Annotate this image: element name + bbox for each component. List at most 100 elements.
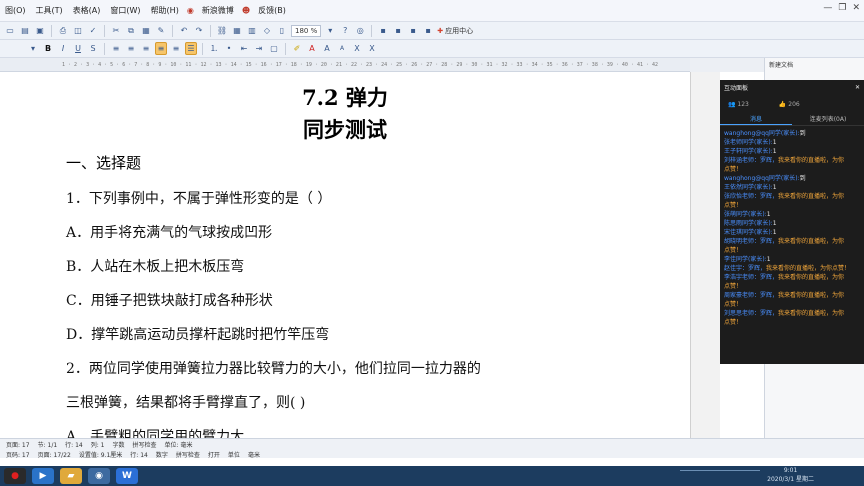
horizontal-ruler[interactable]: 1 · 2 · 3 · 4 · 5 · 6 · 7 · 8 · 9 · 10 ·…: [0, 58, 690, 72]
italic-button[interactable]: I: [57, 42, 69, 55]
subscript-button[interactable]: X: [366, 42, 378, 55]
panel-tabs: 消息 连麦列表(0A): [720, 114, 864, 126]
indent-icon[interactable]: ⇥: [253, 42, 265, 55]
preview-icon[interactable]: ◫: [72, 24, 84, 37]
app-center-button[interactable]: ✚ 应用中心: [437, 26, 473, 36]
system-clock[interactable]: 9:01 2020/3/1 星期二: [767, 467, 814, 483]
save-icon[interactable]: ▣: [34, 24, 46, 37]
tray-icons: [680, 470, 760, 482]
print-icon[interactable]: ⎙: [57, 24, 69, 37]
doc-subtitle: 同步测试: [303, 117, 387, 142]
close-icon[interactable]: ✕: [855, 84, 860, 91]
cut-icon[interactable]: ✂: [110, 24, 122, 37]
task-pane-title: 新建文档: [769, 62, 794, 69]
chat-user: 赵佳宇：罗辉，: [724, 265, 767, 272]
strikethrough-icon[interactable]: S: [87, 42, 99, 55]
status-field: 字数: [112, 441, 125, 449]
record-icon[interactable]: ●: [4, 468, 26, 484]
new-icon[interactable]: ▭: [4, 24, 16, 37]
align-left-icon[interactable]: ≡: [110, 42, 122, 55]
menu-table[interactable]: 表格(A): [68, 5, 106, 16]
menu-tools[interactable]: 工具(T): [31, 5, 68, 16]
menu-help[interactable]: 帮助(H): [146, 5, 184, 16]
align-center-icon[interactable]: ≡: [125, 42, 137, 55]
chart-icon[interactable]: ▥: [246, 24, 258, 37]
format-painter-icon[interactable]: ✎: [155, 24, 167, 37]
highlight-icon[interactable]: ✐: [291, 42, 303, 55]
bold-button[interactable]: B: [42, 42, 54, 55]
toolbar-divider: [285, 42, 286, 55]
camera-icon[interactable]: ◉: [88, 468, 110, 484]
open-icon[interactable]: ▤: [19, 24, 31, 37]
chevron-down-icon[interactable]: ▾: [27, 42, 39, 55]
chat-message: 王子轩同学(家长):1: [724, 147, 860, 156]
wps-writer-icon[interactable]: W: [116, 468, 138, 484]
help-icon[interactable]: ?: [339, 24, 351, 37]
plugin-icon-3[interactable]: ▪: [407, 24, 419, 37]
menu-feedback[interactable]: 反馈(B): [253, 5, 291, 16]
app-center-icon: ✚: [437, 26, 444, 35]
media-player-icon[interactable]: ▶: [32, 468, 54, 484]
hyperlink-icon[interactable]: ⛓: [216, 24, 228, 37]
web-icon[interactable]: ◎: [354, 24, 366, 37]
chat-text: 我来看你的直播啦，为你: [778, 238, 845, 245]
plugin-icon-2[interactable]: ▪: [392, 24, 404, 37]
menu-weibo[interactable]: 新浪微博: [197, 5, 239, 16]
superscript-button[interactable]: X: [351, 42, 363, 55]
spellcheck-icon[interactable]: ✓: [87, 24, 99, 37]
chat-text: 到: [799, 130, 806, 137]
vertical-scrollbar[interactable]: [690, 72, 720, 438]
option-1a: A．用手将充满气的气球按成凹形: [66, 225, 273, 241]
close-icon[interactable]: ✕: [852, 3, 860, 13]
align-right-icon[interactable]: ≡: [140, 42, 152, 55]
status-field: 单位: [227, 451, 240, 459]
distributed-icon[interactable]: ≡: [170, 42, 182, 55]
tab-messages[interactable]: 消息: [720, 114, 792, 125]
clock-time: 9:01: [783, 467, 798, 474]
chat-user: wanghong@qq同学(家长):: [724, 175, 800, 182]
panel-header: 互动面板 ✕: [720, 80, 864, 94]
table-icon[interactable]: ▦: [231, 24, 243, 37]
plugin-icon-1[interactable]: ▪: [377, 24, 389, 37]
drawing-icon[interactable]: ◇: [261, 24, 273, 37]
chat-text: 1: [772, 184, 777, 191]
outdent-icon[interactable]: ⇤: [238, 42, 250, 55]
copy-icon[interactable]: ⧉: [125, 24, 137, 37]
question-2-cont: 三根弹簧，结果都将手臂撑直了，则( ): [66, 395, 306, 411]
tab-connect-list[interactable]: 连麦列表(0A): [792, 114, 864, 125]
border-icon[interactable]: ▢: [268, 42, 280, 55]
status-row-info: 页码: 17 页面: 17/22 设置值: 9.1厘米 行: 14 数字 拼写检查 打开 单位…: [0, 449, 864, 459]
chat-user: 王子轩同学(家长):: [724, 148, 773, 155]
font-color-icon[interactable]: A: [306, 42, 318, 55]
columns-icon[interactable]: ▯: [276, 24, 288, 37]
chat-text: 1: [766, 256, 771, 263]
menu-window[interactable]: 窗口(W): [105, 5, 145, 16]
paste-icon[interactable]: ▦: [140, 24, 152, 37]
redo-icon[interactable]: ↷: [193, 24, 205, 37]
numbering-icon[interactable]: ⒈: [208, 42, 220, 55]
chat-user: 胡晓明老师：罗辉，: [724, 238, 779, 245]
zoom-select[interactable]: 180 %: [291, 24, 322, 37]
chevron-down-icon[interactable]: ▾: [324, 24, 336, 37]
toolbar-divider: [210, 24, 211, 37]
menu-format[interactable]: 图(O): [0, 5, 31, 16]
chat-text: 我来看你的直播啦，为你: [778, 274, 845, 281]
restore-icon[interactable]: ❐: [838, 3, 846, 13]
font-select[interactable]: [4, 42, 24, 55]
line-spacing-icon[interactable]: ☰: [185, 42, 197, 55]
folder-icon[interactable]: ▰: [60, 468, 82, 484]
font-shrink-button[interactable]: A: [336, 42, 348, 55]
bullets-icon[interactable]: •: [223, 42, 235, 55]
underline-button[interactable]: U: [72, 42, 84, 55]
chat-user: 刘思思老师：罗辉，: [724, 310, 779, 317]
weibo-icon[interactable]: ◉: [184, 6, 197, 15]
plugin-icon-4[interactable]: ▪: [422, 24, 434, 37]
font-grow-button[interactable]: A: [321, 42, 333, 55]
undo-icon[interactable]: ↶: [178, 24, 190, 37]
chat-text: 点赞！: [724, 283, 743, 290]
minimize-icon[interactable]: —: [823, 3, 832, 13]
document-page[interactable]: 7.2 弹力 同步测试 一、选择题 1．下列事例中，不属于弹性形变的是（ ） A…: [0, 72, 690, 438]
align-justify-icon[interactable]: ≡: [155, 42, 167, 55]
feedback-icon[interactable]: ☻: [239, 6, 253, 15]
chat-message: 张萌同学(家长):1: [724, 210, 860, 219]
